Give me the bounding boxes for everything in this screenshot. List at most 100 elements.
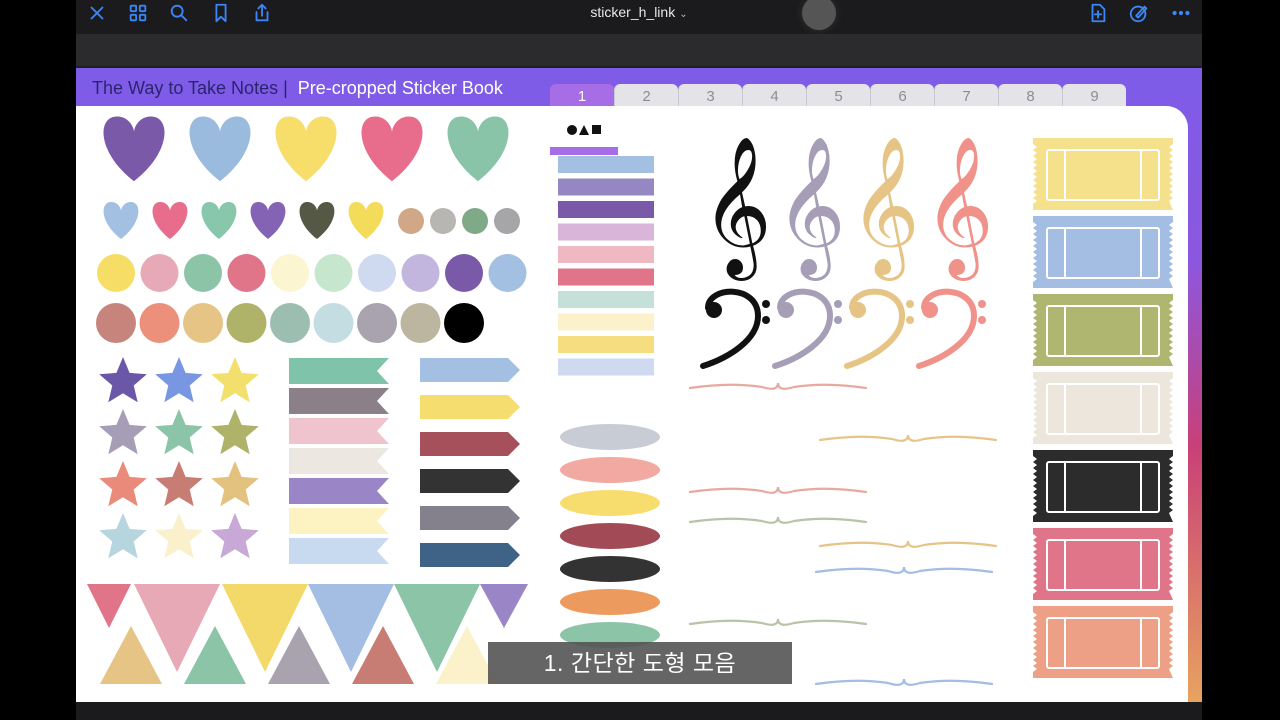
circle-sticker[interactable] (444, 303, 484, 343)
arrow-label-sticker[interactable] (420, 506, 520, 530)
divider-line-sticker[interactable] (818, 434, 998, 442)
star-sticker[interactable] (211, 461, 259, 507)
tab-page-5[interactable]: 5 (806, 84, 870, 108)
circle-shape-icon[interactable] (567, 125, 577, 135)
star-sticker[interactable] (99, 513, 147, 559)
oval-sticker[interactable] (560, 589, 660, 615)
chevron-down-icon[interactable]: ⌄ (679, 9, 687, 20)
oval-sticker[interactable] (560, 490, 660, 516)
arrow-label-sticker[interactable] (420, 358, 520, 382)
tape-stripe-sticker[interactable] (558, 336, 654, 353)
circle-sticker[interactable] (183, 303, 223, 343)
bass-clef-dot[interactable] (834, 316, 842, 324)
small-heart-sticker[interactable] (299, 201, 335, 239)
ribbon-flag-sticker[interactable] (289, 388, 389, 414)
divider-line-sticker[interactable] (814, 678, 994, 686)
ribbon-flag-sticker[interactable] (289, 448, 389, 474)
small-dot-sticker[interactable] (430, 208, 456, 234)
square-shape-icon[interactable] (592, 125, 601, 134)
small-heart-sticker[interactable] (201, 201, 237, 239)
circle-sticker[interactable] (358, 254, 396, 292)
pencil-circle-icon[interactable] (1125, 0, 1153, 26)
small-dot-sticker[interactable] (462, 208, 488, 234)
ribbon-flag-sticker[interactable] (289, 358, 389, 384)
circle-sticker[interactable] (270, 303, 310, 343)
circle-sticker[interactable] (140, 254, 179, 292)
divider-line-sticker[interactable] (818, 540, 998, 548)
circle-sticker[interactable] (96, 303, 136, 343)
pennant-sticker[interactable] (100, 626, 162, 684)
divider-line-sticker[interactable] (688, 618, 868, 626)
star-sticker[interactable] (155, 513, 203, 559)
oval-sticker[interactable] (560, 457, 660, 483)
tape-stripe-sticker[interactable] (558, 313, 654, 331)
circle-sticker[interactable] (313, 303, 354, 343)
circle-sticker[interactable] (314, 254, 353, 292)
small-heart-sticker[interactable] (152, 201, 188, 239)
star-sticker[interactable] (99, 357, 147, 403)
star-sticker[interactable] (99, 409, 147, 455)
treble-clef-sticker[interactable]: 𝄞 (775, 136, 846, 281)
circle-sticker[interactable] (227, 254, 266, 292)
pennant-sticker[interactable] (87, 584, 131, 628)
bass-clef-dot[interactable] (706, 302, 722, 318)
tape-stripe-sticker[interactable] (558, 358, 654, 376)
circle-sticker[interactable] (184, 254, 222, 292)
star-sticker[interactable] (155, 357, 203, 403)
arrow-label-sticker[interactable] (420, 395, 520, 419)
add-page-icon[interactable] (1084, 0, 1112, 26)
arrow-label-sticker[interactable] (420, 543, 520, 567)
bass-clef-dot[interactable] (906, 300, 914, 308)
ribbon-flag-sticker[interactable] (289, 538, 389, 564)
big-heart-sticker[interactable] (361, 116, 423, 182)
tab-page-1[interactable]: 1 (550, 84, 614, 108)
divider-line-sticker[interactable] (688, 486, 868, 494)
small-heart-sticker[interactable] (250, 201, 286, 239)
tab-page-7[interactable]: 7 (934, 84, 998, 108)
circle-sticker[interactable] (271, 254, 309, 292)
circle-sticker[interactable] (139, 303, 180, 343)
small-dot-sticker[interactable] (398, 208, 424, 234)
oval-sticker[interactable] (560, 556, 660, 582)
ribbon-flag-sticker[interactable] (289, 418, 389, 444)
bass-clef-dot[interactable] (762, 316, 770, 324)
tab-page-9[interactable]: 9 (1062, 84, 1126, 108)
bass-clef-dot[interactable] (834, 300, 842, 308)
treble-clef-sticker[interactable]: 𝄞 (849, 136, 920, 281)
bass-clef-dot[interactable] (978, 316, 986, 324)
divider-line-sticker[interactable] (814, 566, 994, 574)
tape-stripe-sticker[interactable] (558, 291, 654, 308)
big-heart-sticker[interactable] (275, 116, 337, 182)
oval-sticker[interactable] (560, 523, 660, 549)
circle-sticker[interactable] (226, 303, 267, 343)
circle-sticker[interactable] (357, 303, 397, 343)
big-heart-sticker[interactable] (103, 116, 165, 182)
star-sticker[interactable] (155, 461, 203, 507)
circle-sticker[interactable] (401, 254, 440, 292)
document-title[interactable]: sticker_h_link ⌄ (76, 4, 1202, 20)
tab-page-4[interactable]: 4 (742, 84, 806, 108)
tape-stripe-sticker[interactable] (558, 246, 654, 263)
tape-stripe-sticker[interactable] (558, 156, 654, 173)
tab-page-2[interactable]: 2 (614, 84, 678, 108)
tape-stripe-sticker[interactable] (558, 178, 654, 196)
bass-clef-dot[interactable] (762, 300, 770, 308)
small-dot-sticker[interactable] (494, 208, 520, 234)
treble-clef-sticker[interactable]: 𝄞 (923, 136, 994, 281)
ribbon-flag-sticker[interactable] (289, 508, 389, 534)
small-heart-sticker[interactable] (103, 201, 139, 239)
ribbon-flag-sticker[interactable] (289, 478, 389, 504)
tape-stripe-sticker[interactable] (558, 201, 654, 218)
star-sticker[interactable] (211, 357, 259, 403)
divider-line-sticker[interactable] (688, 382, 868, 390)
circle-sticker[interactable] (97, 254, 135, 292)
star-sticker[interactable] (211, 513, 259, 559)
tab-page-3[interactable]: 3 (678, 84, 742, 108)
pennant-sticker[interactable] (480, 584, 528, 628)
star-sticker[interactable] (155, 409, 203, 455)
star-sticker[interactable] (211, 409, 259, 455)
document-title-text[interactable]: sticker_h_link (590, 4, 675, 20)
arrow-label-sticker[interactable] (420, 432, 520, 456)
big-heart-sticker[interactable] (447, 116, 509, 182)
big-heart-sticker[interactable] (189, 116, 251, 182)
